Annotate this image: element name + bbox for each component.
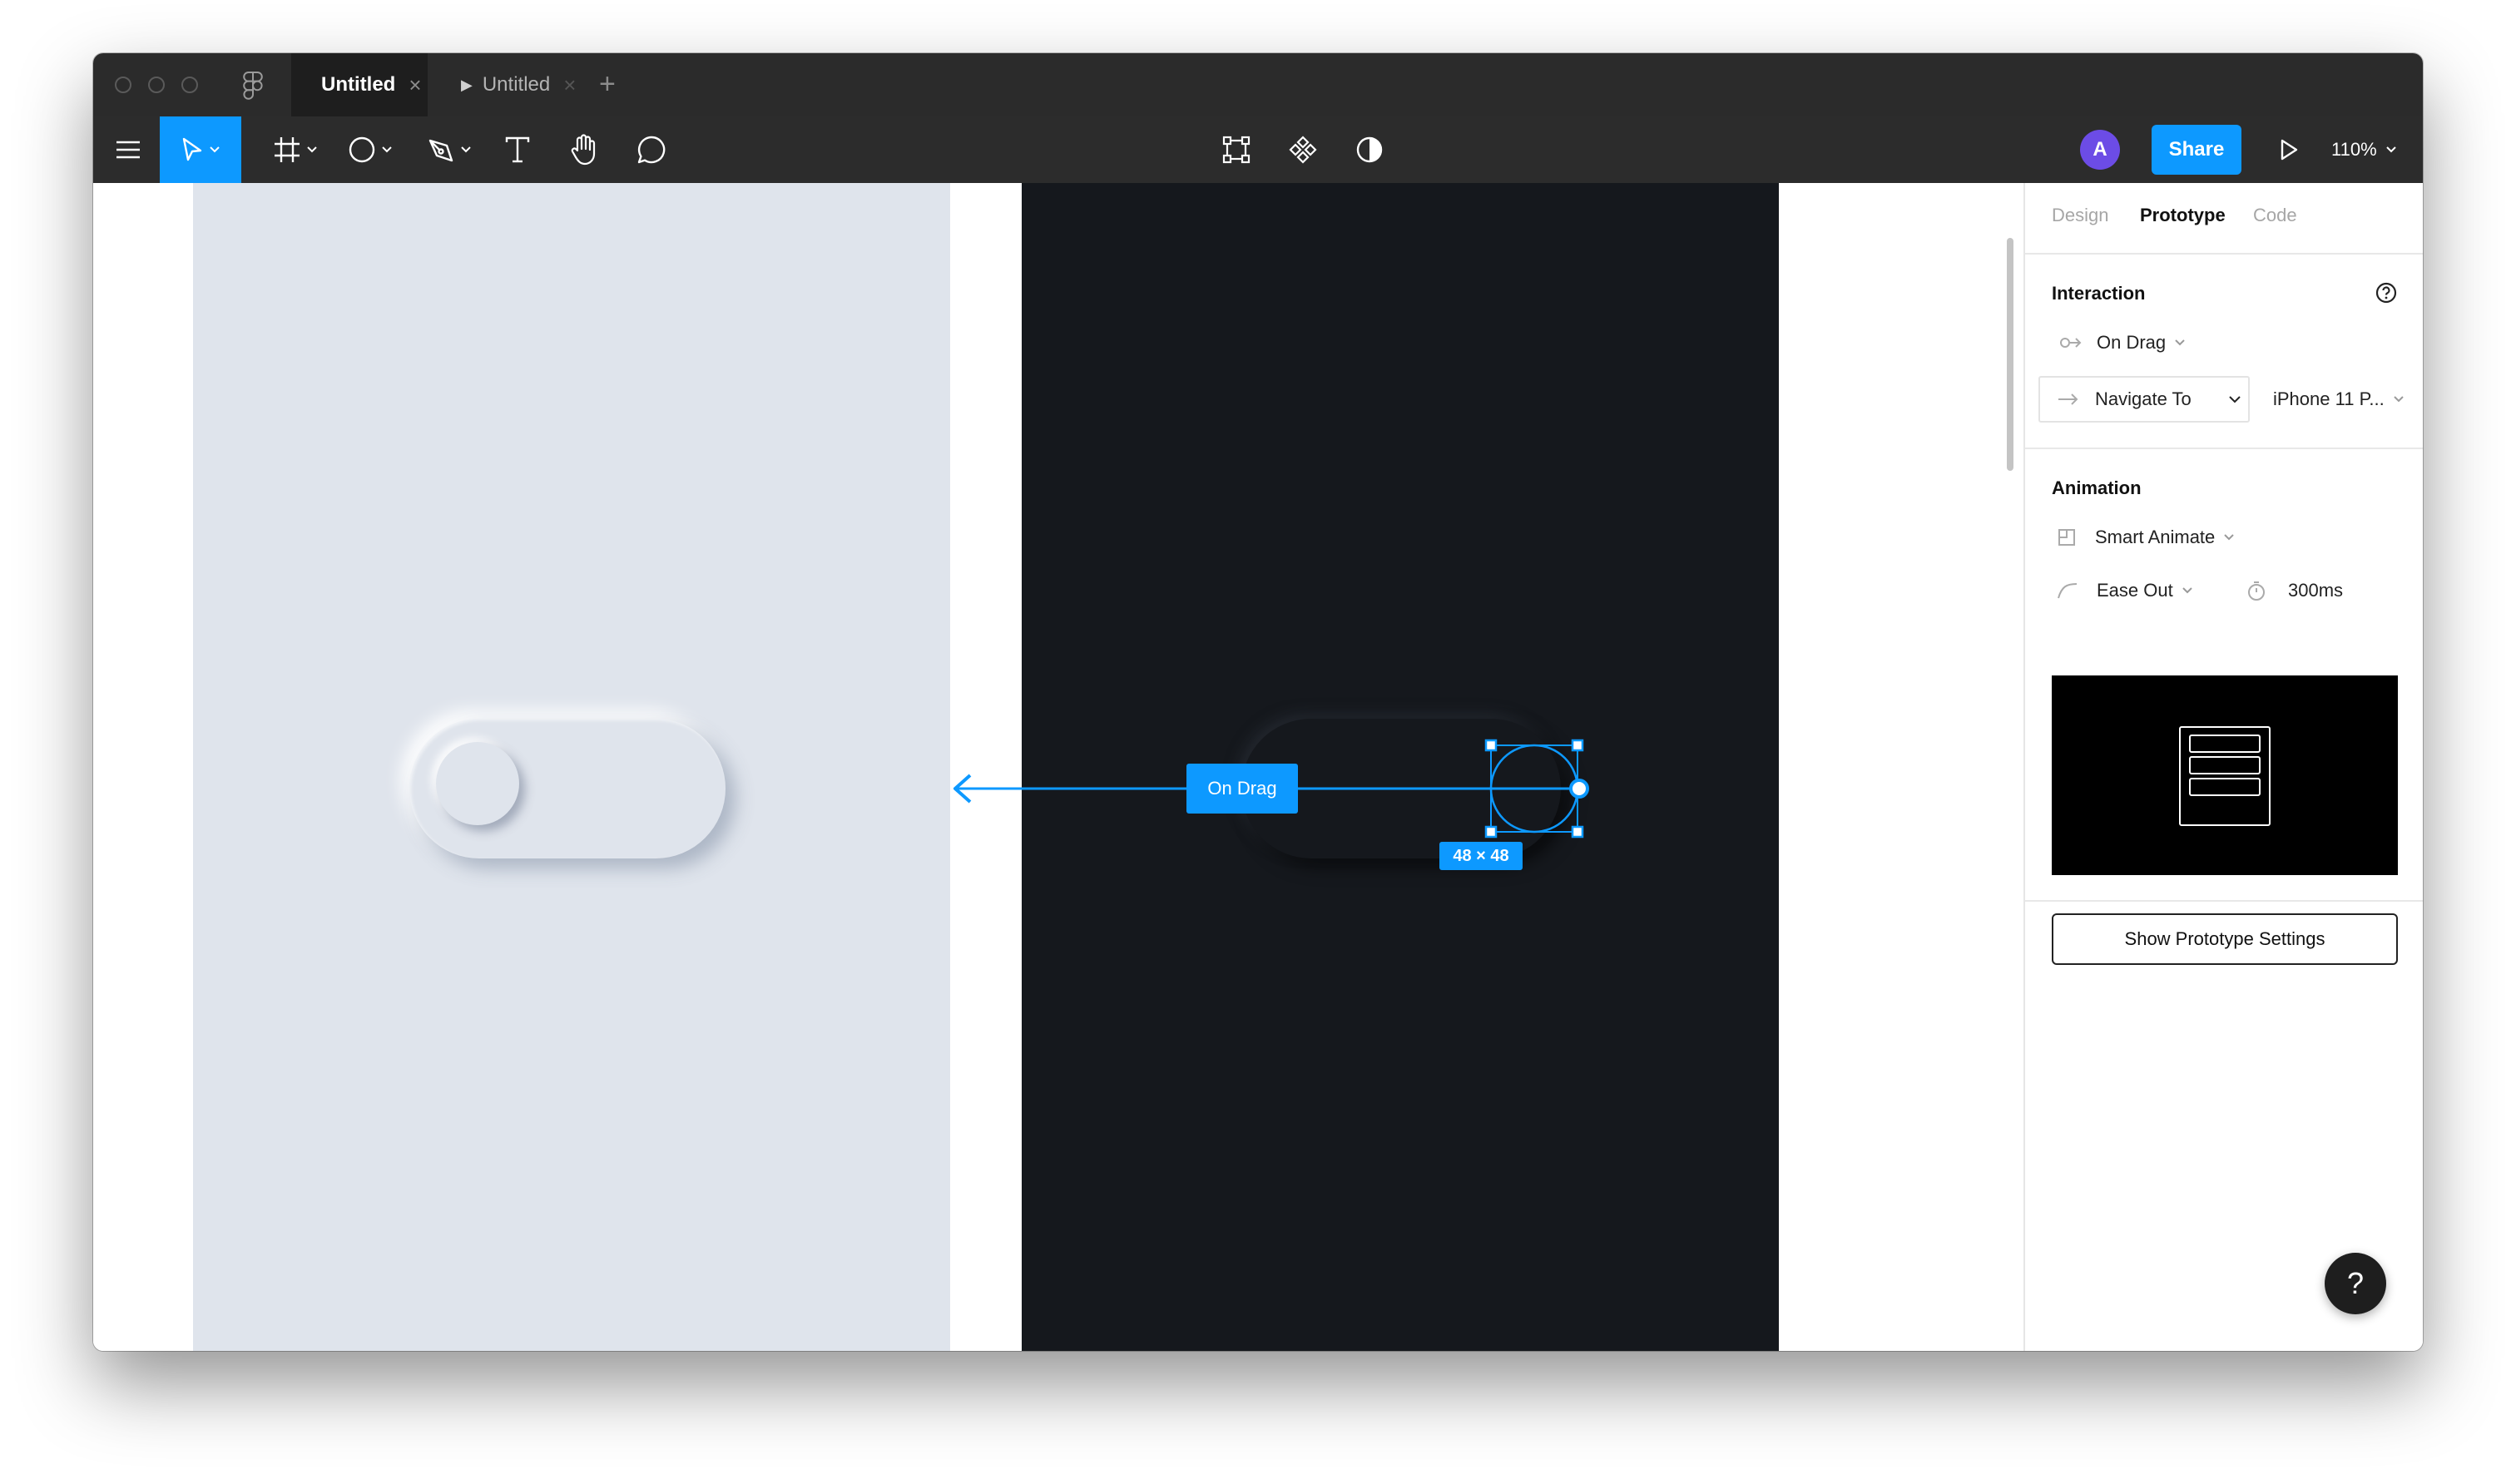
comment-tool-icon: [637, 136, 666, 164]
chevron-down-icon: [2394, 396, 2404, 403]
properties-panel: Design Prototype Code Interaction On Dra…: [2023, 183, 2423, 1351]
tab-prototype[interactable]: Prototype: [2140, 205, 2226, 226]
window-zoom-control[interactable]: [181, 77, 198, 93]
chevron-down-icon: [307, 146, 317, 153]
contrast-icon: [1356, 136, 1383, 163]
action-row[interactable]: Navigate To: [2057, 384, 2241, 414]
tab-untitled-file[interactable]: Untitled ×: [291, 53, 428, 116]
tab-label: Untitled: [482, 73, 551, 96]
share-button[interactable]: Share: [2152, 125, 2241, 175]
action-value: Navigate To: [2095, 388, 2192, 409]
easing-value: Ease Out: [2097, 580, 2173, 601]
ellipse-tool-button[interactable]: [341, 116, 399, 183]
chevron-down-icon: [210, 146, 220, 153]
show-prototype-settings-button[interactable]: Show Prototype Settings: [2052, 913, 2398, 965]
pen-tool-button[interactable]: [419, 116, 479, 183]
zoom-dropdown[interactable]: 110%: [2331, 116, 2397, 183]
app-window: Untitled × ▶ Untitled × + A Share 110% O…: [93, 53, 2423, 1351]
title-bar: Untitled × ▶ Untitled × +: [93, 53, 2423, 116]
chevron-down-icon: [2224, 534, 2234, 541]
easing-dropdown[interactable]: Ease Out: [2057, 576, 2193, 606]
panel-divider: [2025, 900, 2423, 902]
component-icon: [1289, 136, 1317, 164]
destination-value: iPhone 11 P...: [2273, 388, 2385, 409]
frame-tool-button[interactable]: [266, 116, 324, 183]
smart-animate-icon: [2058, 529, 2075, 546]
prototype-overlay: [953, 739, 1589, 838]
animation-section-title: Animation: [2052, 477, 2142, 498]
arrow-right-icon: [2058, 393, 2078, 405]
help-circle-icon[interactable]: [2375, 281, 2398, 304]
text-tool-icon: [505, 136, 530, 163]
comment-tool-button[interactable]: [629, 116, 674, 183]
window-close-control[interactable]: [115, 77, 131, 93]
contrast-button[interactable]: [1346, 116, 1393, 183]
crop-icon: [1222, 136, 1251, 164]
ellipse-tool-icon: [349, 136, 375, 163]
hand-tool-button[interactable]: [561, 116, 607, 183]
chevron-down-icon: [2385, 146, 2396, 153]
present-button[interactable]: [2268, 116, 2310, 183]
move-tool-button[interactable]: [160, 116, 241, 183]
animation-type-dropdown[interactable]: Smart Animate: [2057, 522, 2235, 552]
canvas[interactable]: On Drag 48 × 48: [93, 183, 2023, 1351]
chevron-down-icon: [2229, 396, 2241, 403]
duration-input[interactable]: 300ms: [2246, 576, 2343, 606]
new-tab-plus-icon[interactable]: +: [599, 68, 616, 101]
animation-preview: [2052, 675, 2398, 875]
ease-curve-icon: [2058, 583, 2078, 599]
move-tool-icon: [182, 137, 202, 161]
interaction-section-title: Interaction: [2052, 283, 2146, 304]
main-menu-button[interactable]: [111, 116, 145, 183]
play-icon: [2281, 139, 2298, 161]
help-button[interactable]: ?: [2325, 1253, 2386, 1314]
toolbar: A Share 110%: [93, 116, 2423, 183]
create-component-button[interactable]: [1280, 116, 1326, 183]
figma-logo-icon[interactable]: [243, 72, 263, 100]
chevron-down-icon: [461, 146, 471, 153]
trigger-dropdown[interactable]: On Drag: [2058, 328, 2186, 358]
pen-tool-icon: [428, 139, 453, 162]
text-tool-button[interactable]: [496, 116, 539, 183]
frame-tool-icon: [275, 137, 300, 162]
tab-code[interactable]: Code: [2253, 205, 2297, 226]
chevron-down-icon: [382, 146, 392, 153]
prototype-play-icon: ▶: [461, 76, 473, 93]
selection-size-badge: 48 × 48: [1439, 842, 1523, 870]
panel-divider: [2025, 448, 2423, 449]
zoom-level: 110%: [2331, 139, 2377, 160]
tab-design[interactable]: Design: [2052, 205, 2108, 226]
window-minimize-control[interactable]: [148, 77, 165, 93]
tab-label: Untitled: [321, 73, 396, 96]
interaction-label[interactable]: On Drag: [1186, 764, 1298, 814]
tab-untitled-prototype[interactable]: ▶ Untitled ×: [434, 53, 601, 116]
crop-transform-button[interactable]: [1213, 116, 1260, 183]
panel-divider: [2025, 253, 2423, 255]
duration-value: 300ms: [2288, 580, 2344, 601]
canvas-scrollbar[interactable]: [2007, 238, 2013, 471]
device-screen-icon: [2179, 726, 2271, 826]
chevron-down-icon: [2175, 339, 2185, 346]
destination-dropdown[interactable]: iPhone 11 P...: [2273, 384, 2405, 414]
tab-close-icon[interactable]: ×: [563, 72, 576, 98]
tab-close-icon[interactable]: ×: [409, 72, 421, 98]
chevron-down-icon: [2182, 587, 2192, 594]
connection-node-handle[interactable]: [1569, 779, 1589, 799]
timer-icon: [2248, 581, 2265, 601]
drag-trigger-icon: [2060, 338, 2082, 348]
user-avatar[interactable]: A: [2080, 130, 2120, 170]
animation-type-value: Smart Animate: [2095, 527, 2216, 547]
menu-icon: [116, 141, 140, 159]
trigger-value: On Drag: [2097, 332, 2167, 353]
hand-tool-icon: [571, 134, 596, 166]
